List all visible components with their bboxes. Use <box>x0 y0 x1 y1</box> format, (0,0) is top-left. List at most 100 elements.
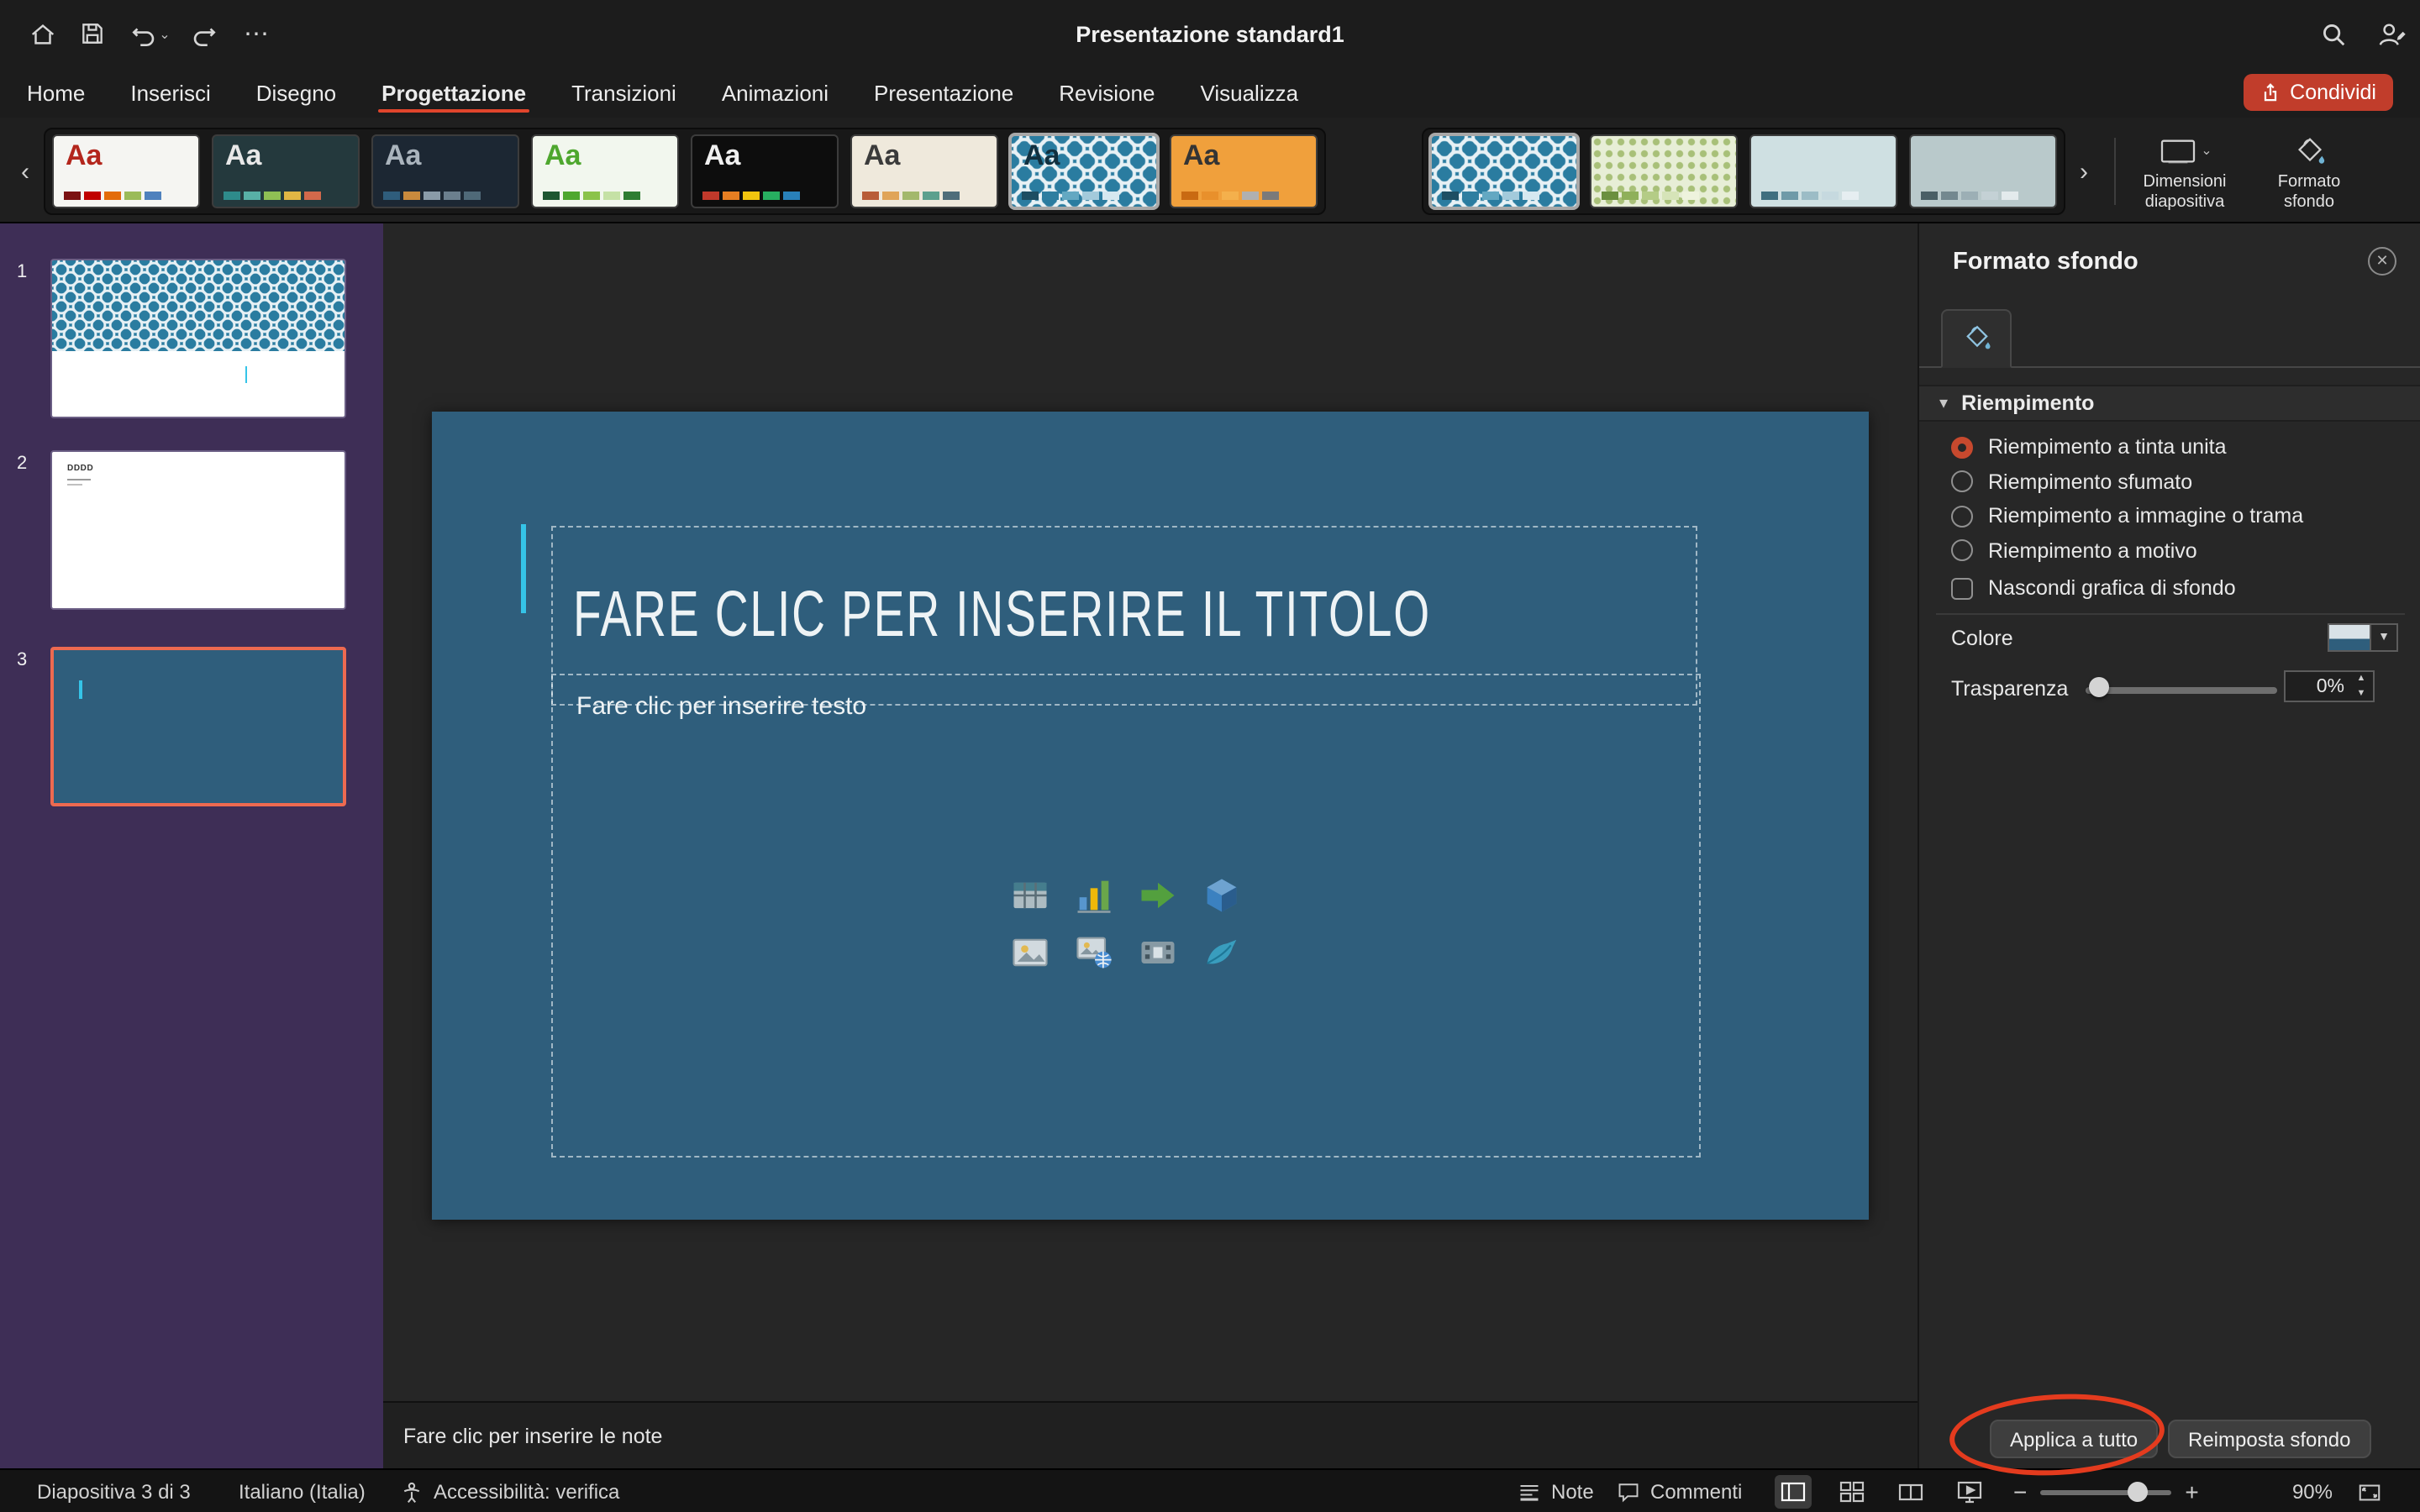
zoom-in-icon[interactable]: + <box>2185 1478 2198 1505</box>
home-icon[interactable] <box>24 15 60 52</box>
search-icon[interactable] <box>2312 15 2353 52</box>
save-icon[interactable] <box>74 15 111 52</box>
fill-option-riempimento-a-immagine-o-trama[interactable]: Riempimento a immagine o trama <box>1951 504 2303 528</box>
theme-thumbnail-6[interactable]: Aa <box>850 134 998 208</box>
zoom-slider-track[interactable] <box>2040 1489 2171 1494</box>
content-placeholder-icons <box>1008 874 1244 974</box>
color-swatch-button[interactable] <box>2328 623 2371 652</box>
fill-option-riempimento-a-tinta-unita[interactable]: Riempimento a tinta unita <box>1951 435 2303 459</box>
theme-aa-label: Aa <box>225 139 261 173</box>
fill-tab[interactable] <box>1941 309 2012 368</box>
notes-toggle[interactable]: Note <box>1518 1470 1594 1512</box>
transparency-stepper[interactable]: ▲▼ <box>2349 672 2373 701</box>
color-label: Colore <box>1951 627 2013 650</box>
undo-dropdown-chevron-icon[interactable]: ⌄ <box>156 15 173 52</box>
gallery-next-icon[interactable]: › <box>2070 155 2097 188</box>
insert-video-icon[interactable] <box>1136 931 1180 974</box>
radio-icon[interactable] <box>1951 539 1973 561</box>
insert-table-icon[interactable] <box>1008 874 1052 917</box>
variant-thumbnail-4[interactable] <box>1909 134 2057 208</box>
format-background-button[interactable]: Formato sfondo <box>2252 129 2366 213</box>
theme-thumbnail-2[interactable]: Aa <box>212 134 360 208</box>
comments-toggle[interactable]: Commenti <box>1617 1470 1742 1512</box>
language-indicator[interactable]: Italiano (Italia) <box>239 1470 366 1512</box>
transparency-slider-thumb[interactable] <box>2089 677 2109 697</box>
reset-background-button[interactable]: Reimposta sfondo <box>2168 1420 2370 1458</box>
insert-3d-model-icon[interactable] <box>1200 874 1244 917</box>
slide-number: 1 <box>17 262 27 282</box>
slide-sorter-view-button[interactable] <box>1833 1475 1870 1509</box>
ribbon-tab-bar: Home Inserisci Disegno Progettazione Transiz… <box>0 67 2420 118</box>
radio-icon[interactable] <box>1951 505 1973 527</box>
apply-to-all-button[interactable]: Applica a tutto <box>1990 1420 2158 1458</box>
zoom-out-icon[interactable]: − <box>2013 1478 2027 1505</box>
radio-selected-icon[interactable] <box>1951 436 1973 458</box>
slide-thumbnail-1[interactable] <box>50 259 346 418</box>
zoom-slider-thumb[interactable] <box>2128 1482 2148 1502</box>
theme-thumbnail-3[interactable]: Aa <box>371 134 519 208</box>
theme-color-strip <box>64 192 161 200</box>
tab-transizioni[interactable]: Transizioni <box>571 67 676 118</box>
slide-size-button[interactable]: ⌄ Dimensioni diapositiva <box>2128 129 2242 213</box>
accessibility-check[interactable]: Accessibilità: verifica <box>400 1470 619 1512</box>
variant-color-strip <box>1761 192 1859 200</box>
view-switcher <box>1775 1470 1988 1512</box>
insert-picture-icon[interactable] <box>1008 931 1052 974</box>
slideshow-view-button[interactable] <box>1951 1475 1988 1509</box>
theme-thumbnail-7[interactable]: Aa <box>1010 134 1158 208</box>
design-ribbon: ‹ AaAaAaAaAaAaAaAa › ⌄ Dimensioni diapos… <box>0 118 2420 223</box>
fill-option-label: Riempimento a motivo <box>1988 538 2197 562</box>
share-button[interactable]: Condividi <box>2243 74 2393 111</box>
radio-icon[interactable] <box>1951 470 1973 492</box>
theme-thumbnail-1[interactable]: Aa <box>52 134 200 208</box>
transparency-slider-track[interactable] <box>2086 687 2277 693</box>
slide-number: 3 <box>17 650 27 670</box>
format-background-label-line1: Formato <box>2278 173 2340 193</box>
hide-background-option[interactable]: Nascondi grafica di sfondo <box>1951 576 2236 600</box>
fill-option-riempimento-sfumato[interactable]: Riempimento sfumato <box>1951 470 2303 493</box>
tab-presentazione[interactable]: Presentazione <box>874 67 1013 118</box>
account-icon[interactable] <box>2370 15 2413 52</box>
insert-chart-icon[interactable] <box>1072 874 1116 917</box>
transparency-label: Trasparenza <box>1951 677 2068 701</box>
zoom-percentage[interactable]: 90% <box>2265 1470 2333 1512</box>
theme-aa-label: Aa <box>544 139 581 173</box>
theme-thumbnail-5[interactable]: Aa <box>691 134 839 208</box>
variant-color-strip <box>1442 192 1539 200</box>
theme-thumbnail-4[interactable]: Aa <box>531 134 679 208</box>
insert-stock-icon[interactable] <box>1200 931 1244 974</box>
reading-view-button[interactable] <box>1892 1475 1929 1509</box>
slide-thumbnail-2[interactable]: DDDD <box>50 450 346 610</box>
tab-animazioni[interactable]: Animazioni <box>722 67 829 118</box>
slide-thumbnail-item: 2DDDD <box>0 450 383 618</box>
theme-aa-label: Aa <box>1183 139 1219 173</box>
insert-smartart-icon[interactable] <box>1136 874 1180 917</box>
tab-inserisci[interactable]: Inserisci <box>130 67 210 118</box>
close-panel-icon[interactable]: ✕ <box>2368 247 2396 276</box>
fill-section-header[interactable]: ▾ Riempimento <box>1919 385 2420 422</box>
variant-thumbnail-2[interactable] <box>1590 134 1738 208</box>
fit-slide-to-window-icon[interactable] <box>2356 1470 2383 1512</box>
slide-thumbnail-3[interactable] <box>50 647 346 806</box>
more-options-icon[interactable]: ⋯ <box>239 15 276 52</box>
notes-bar[interactable]: Fare clic per inserire le note <box>383 1401 1918 1468</box>
gallery-previous-icon[interactable]: ‹ <box>12 155 39 188</box>
tab-home[interactable]: Home <box>27 67 85 118</box>
tab-visualizza[interactable]: Visualizza <box>1200 67 1298 118</box>
theme-thumbnail-8[interactable]: Aa <box>1170 134 1318 208</box>
normal-view-button[interactable] <box>1775 1475 1812 1509</box>
variant-thumbnail-1[interactable] <box>1430 134 1578 208</box>
variant-thumbnail-3[interactable] <box>1749 134 1897 208</box>
tab-disegno[interactable]: Disegno <box>256 67 336 118</box>
insert-online-picture-icon[interactable] <box>1072 931 1116 974</box>
redo-icon[interactable] <box>185 15 222 52</box>
color-dropdown-chevron-icon[interactable]: ▼ <box>2371 623 2398 652</box>
tab-revisione[interactable]: Revisione <box>1059 67 1155 118</box>
slide-size-label-line2: diapositiva <box>2145 193 2225 213</box>
tab-progettazione[interactable]: Progettazione <box>381 67 526 118</box>
chevron-down-icon: ▾ <box>1939 394 1948 412</box>
hide-background-checkbox[interactable] <box>1951 577 1973 599</box>
format-background-panel: Formato sfondo ✕ ▾ Riempimento Riempimen… <box>1918 223 2420 1468</box>
content-placeholder[interactable]: Fare clic per inserire testo <box>551 674 1701 1158</box>
fill-option-riempimento-a-motivo[interactable]: Riempimento a motivo <box>1951 538 2303 562</box>
